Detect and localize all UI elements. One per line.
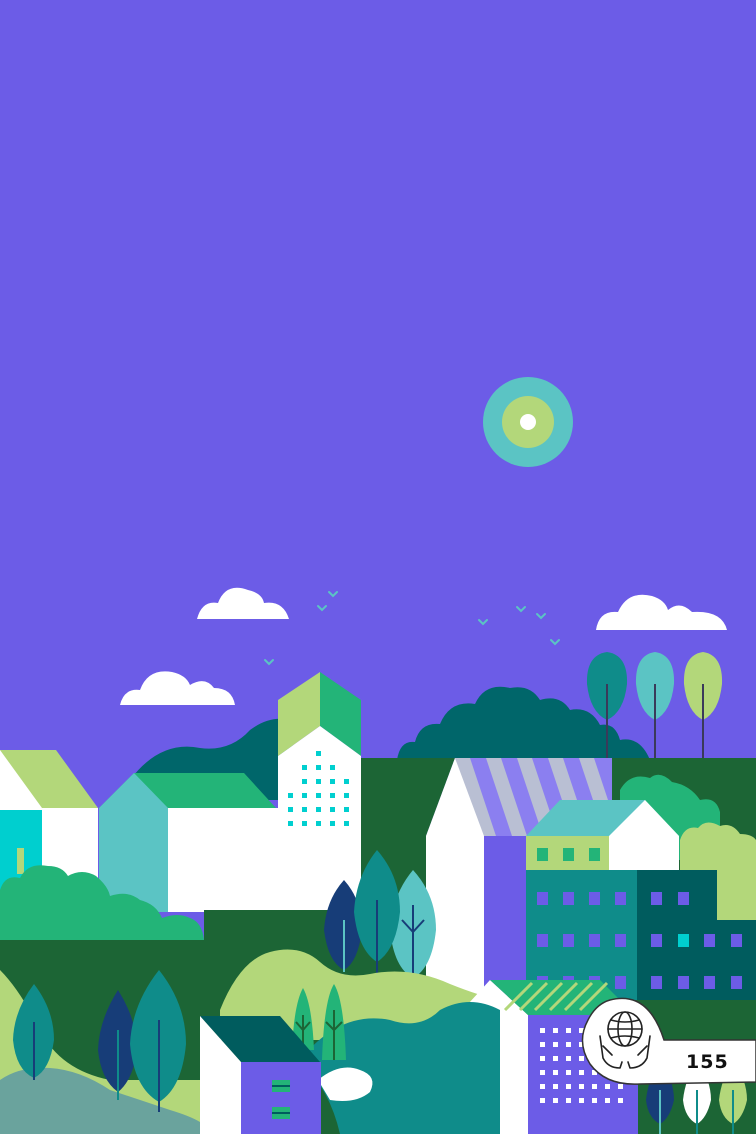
badge-count: 155 [686,1051,729,1073]
city-landscape-illustration: 155 [0,0,756,1134]
building-tall-tower [278,672,361,912]
house-teal-gable [99,773,278,912]
sun [483,377,573,467]
